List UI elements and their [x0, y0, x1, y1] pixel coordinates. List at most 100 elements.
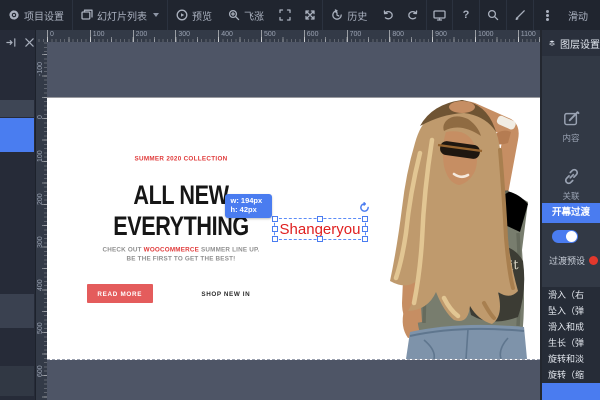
slide-thumbnail[interactable] — [0, 294, 34, 328]
history-button[interactable]: 历史 — [323, 0, 375, 30]
project-settings-label: 项目设置 — [24, 11, 64, 23]
selected-text-element[interactable]: Shangeryou — [272, 216, 368, 242]
history-label: 历史 — [347, 11, 368, 23]
content-tab[interactable]: 内容 — [542, 110, 600, 144]
slide-canvas[interactable]: SUMMER 2020 COLLECTION ALL NEW EVERYTHIN… — [47, 97, 540, 360]
link-tab[interactable]: 关联 — [542, 168, 600, 202]
ruler-tick-label: 600 — [37, 365, 44, 377]
panel-header-label: 图层设置 — [560, 39, 600, 51]
ruler-tick-label: 200 — [37, 193, 44, 205]
slide-list-icon — [81, 9, 93, 20]
vertical-ruler: -100 0 100 200 300 400 500 600700 — [35, 42, 47, 400]
ruler-tick-label: -100 — [37, 61, 44, 76]
fullscreen-expand-button[interactable] — [297, 0, 322, 30]
hero-subtitle-line1: CHECK OUT WOOCOMMERCE SUMMER LINE UP. — [102, 246, 260, 253]
display-mode-button[interactable] — [427, 0, 452, 30]
project-settings-button[interactable]: 项目设置 — [0, 0, 72, 30]
preset-item[interactable]: 旋转（缩 — [542, 367, 600, 383]
horizontal-ruler: 0 100 200 300 400 500 600 700 800 900 1000 1100 — [35, 30, 540, 42]
toolbar-right-group: ? 滑动 — [452, 0, 600, 30]
ruler-tick-label: 800 — [389, 30, 432, 42]
ruler-tick-label: 900 — [432, 30, 475, 42]
edit-mode-button[interactable] — [507, 0, 533, 30]
fly-zoom-label: 飞涨 — [244, 11, 264, 23]
transition-toggle[interactable] — [552, 230, 578, 243]
search-button[interactable] — [480, 0, 506, 30]
preset-item[interactable]: 滑入（右 — [542, 287, 600, 303]
preview-button[interactable]: 预览 — [168, 0, 220, 30]
ruler-tick-label: 500 — [37, 322, 44, 334]
preset-item-active[interactable] — [542, 383, 600, 400]
slide-thumbnail[interactable] — [0, 100, 34, 117]
link-icon — [564, 168, 578, 185]
tooltip-width-value: w: 194px — [230, 196, 263, 206]
preset-item[interactable]: 滑入和成 — [542, 319, 600, 335]
rotate-handle-icon[interactable] — [359, 202, 370, 213]
kebab-menu-icon — [545, 13, 549, 17]
eyebrow-text: SUMMER 2020 COLLECTION — [134, 155, 228, 162]
slide-list-button[interactable]: 幻灯片列表 — [73, 0, 167, 30]
opening-transition-tab[interactable]: 开幕过渡 — [542, 203, 600, 223]
selection-handle[interactable] — [317, 236, 323, 242]
slide-thumbnail[interactable] — [0, 366, 34, 396]
ruler-tick-label: 700 — [346, 30, 390, 42]
presets-label: 过渡预设 — [549, 256, 586, 266]
ruler-tick-label: 100 — [37, 150, 44, 162]
pencil-icon — [515, 10, 525, 21]
tooltip-height-value: h: 42px — [230, 205, 257, 215]
help-badge-icon[interactable] — [589, 256, 599, 265]
selection-corners-icon — [278, 9, 291, 21]
ruler-tick-label: 0 — [47, 30, 90, 42]
selection-handle[interactable] — [272, 216, 278, 222]
ruler-tick-label: 400 — [218, 30, 261, 42]
panel-header: 图层设置 — [542, 30, 600, 56]
gear-icon — [9, 10, 19, 20]
selection-handle[interactable] — [362, 236, 368, 242]
chevron-down-icon — [153, 13, 159, 17]
help-icon: ? — [462, 9, 470, 21]
history-clock-icon — [332, 9, 343, 20]
ruler-tick-label: 300 — [37, 236, 44, 248]
help-button[interactable]: ? — [453, 0, 479, 30]
selection-handle[interactable] — [317, 216, 323, 222]
ruler-tick-label: 300 — [175, 30, 218, 42]
ruler-tick-label: 1100 — [517, 30, 540, 42]
preset-item[interactable]: 坠入（弹 — [542, 303, 600, 319]
slide-thumbnail-active[interactable] — [0, 118, 34, 152]
fit-selection-button[interactable] — [272, 0, 297, 30]
search-icon — [487, 9, 499, 21]
fly-zoom-button[interactable]: 飞涨 — [220, 0, 272, 30]
collapse-panel-icon[interactable] — [6, 37, 17, 48]
shop-new-in-button[interactable]: SHOP NEW IN — [177, 287, 275, 301]
size-tooltip: w: 194px h: 42px — [225, 194, 272, 218]
ruler-tick-label: 700 — [35, 377, 47, 400]
more-menu-button[interactable] — [534, 0, 560, 30]
layers-icon — [549, 40, 555, 46]
zoom-magnifier-icon — [228, 9, 240, 21]
selection-handle[interactable] — [362, 216, 368, 222]
play-icon — [176, 9, 188, 21]
close-icon[interactable] — [24, 37, 35, 48]
selection-handle[interactable] — [362, 226, 368, 232]
read-more-button[interactable]: READ MORE — [87, 284, 154, 303]
mode-switch-button[interactable]: 滑动 — [560, 0, 600, 30]
link-tab-label: 关联 — [562, 191, 580, 201]
model-photo: Culprit Appar. — [390, 100, 528, 359]
presentation-editor: 项目设置 幻灯片列表 预览 飞涨 历史 ? 滑动 0 100 200 300 4… — [0, 0, 600, 400]
redo-icon — [408, 10, 418, 20]
read-more-label: READ MORE — [97, 290, 143, 297]
ruler-tick-label: 0 — [37, 115, 44, 119]
selection-handle[interactable] — [272, 236, 278, 242]
undo-button[interactable] — [375, 0, 400, 30]
slide-thumbnail-sidebar — [0, 30, 36, 400]
preset-item[interactable]: 旋转和淡 — [542, 351, 600, 367]
ruler-tick-label: 200 — [132, 30, 176, 42]
preset-item[interactable]: 生长（弹 — [542, 335, 600, 351]
redo-button[interactable] — [401, 0, 426, 30]
sidebar-tools — [0, 30, 35, 48]
expand-arrows-icon — [305, 10, 315, 20]
top-toolbar: 项目设置 幻灯片列表 预览 飞涨 历史 ? 滑动 — [0, 0, 600, 30]
selection-handle[interactable] — [272, 226, 278, 232]
edit-content-icon — [563, 111, 579, 126]
ruler-tick-label: 400 — [37, 279, 44, 291]
